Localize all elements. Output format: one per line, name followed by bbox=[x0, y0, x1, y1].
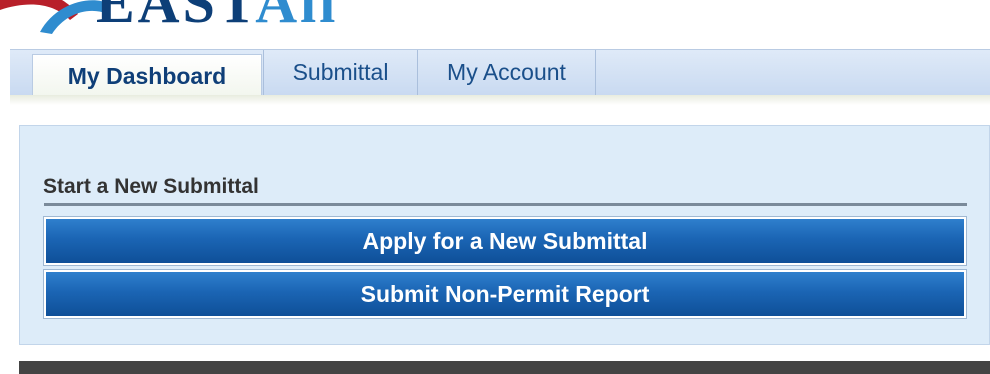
tab-my-account[interactable]: My Account bbox=[418, 50, 596, 95]
header: EASTAll bbox=[0, 0, 990, 46]
tab-bar: My Dashboard Submittal My Account bbox=[10, 49, 990, 97]
section-divider bbox=[44, 203, 967, 206]
site-logo[interactable]: EASTAll bbox=[0, 0, 360, 36]
logo-swoosh-icon bbox=[0, 0, 110, 35]
apply-new-submittal-button[interactable]: Apply for a New Submittal bbox=[43, 216, 967, 266]
logo-text-air: All bbox=[255, 0, 339, 35]
section-title: Start a New Submittal bbox=[43, 175, 259, 198]
submit-non-permit-report-button[interactable]: Submit Non-Permit Report bbox=[43, 269, 967, 319]
footer-bar bbox=[19, 361, 990, 374]
logo-text: EASTAll bbox=[96, 0, 338, 34]
logo-text-east: EAST bbox=[96, 0, 256, 35]
tab-my-dashboard[interactable]: My Dashboard bbox=[32, 54, 262, 97]
tab-bar-underline bbox=[10, 95, 990, 105]
tab-submittal[interactable]: Submittal bbox=[263, 50, 418, 95]
